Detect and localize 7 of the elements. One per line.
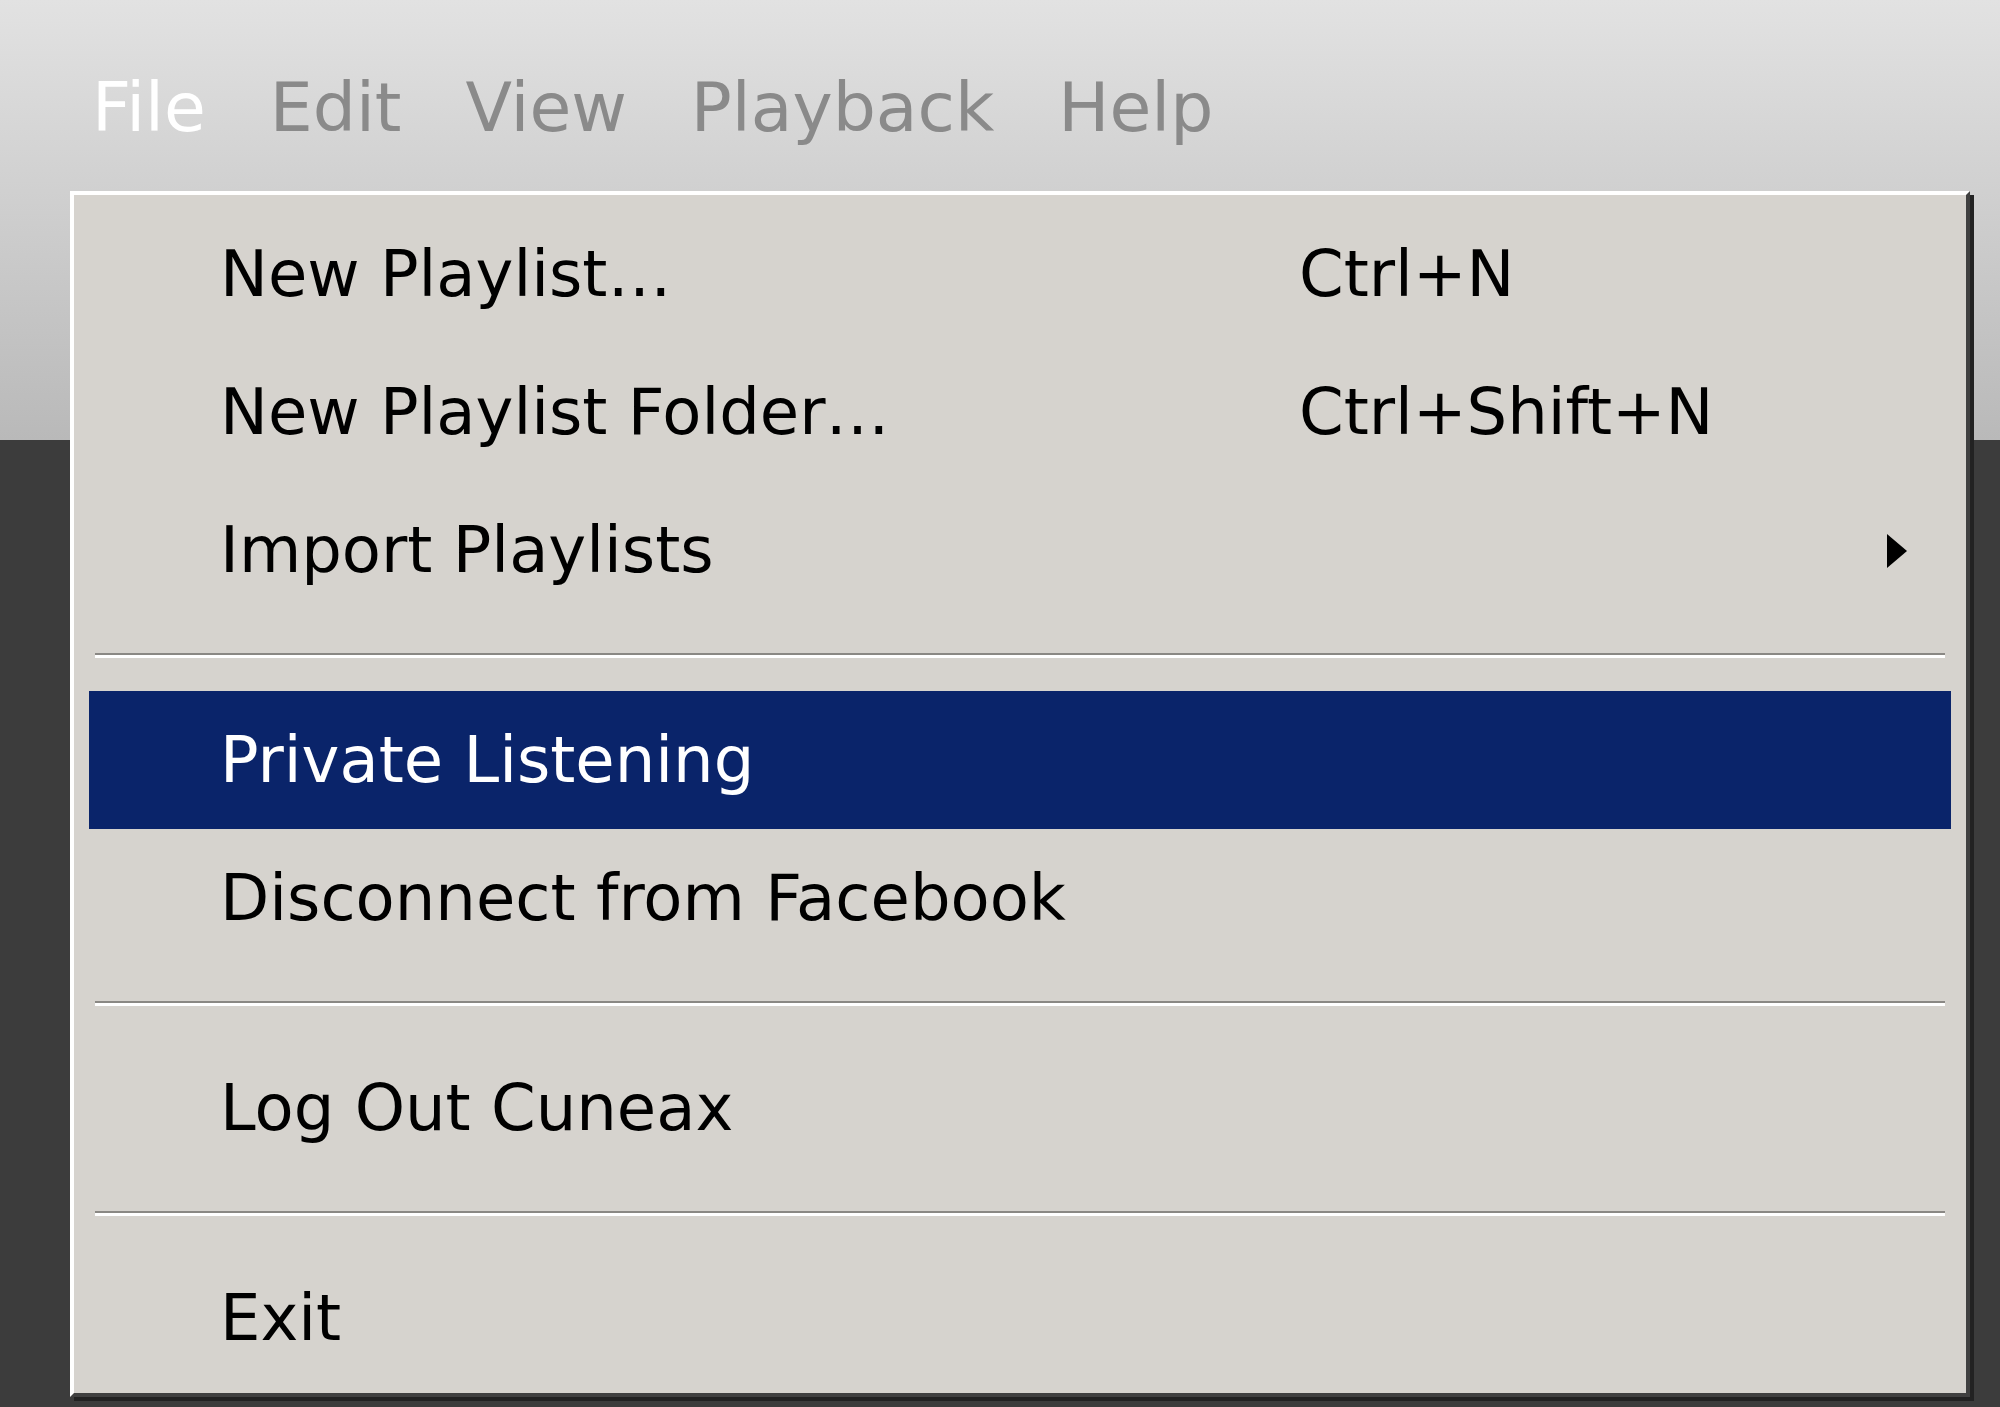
menu-item[interactable]: Import Playlists xyxy=(89,481,1951,619)
menu-item[interactable]: Disconnect from Facebook xyxy=(89,829,1951,967)
menu-item[interactable]: Private Listening xyxy=(89,691,1951,829)
menu-item[interactable]: Exit xyxy=(89,1249,1951,1387)
menu-item[interactable]: Log Out Cuneax xyxy=(89,1039,1951,1177)
menu-item[interactable]: New Playlist… Ctrl+N xyxy=(89,205,1951,343)
menu-item[interactable]: New Playlist Folder… Ctrl+Shift+N xyxy=(89,343,1951,481)
